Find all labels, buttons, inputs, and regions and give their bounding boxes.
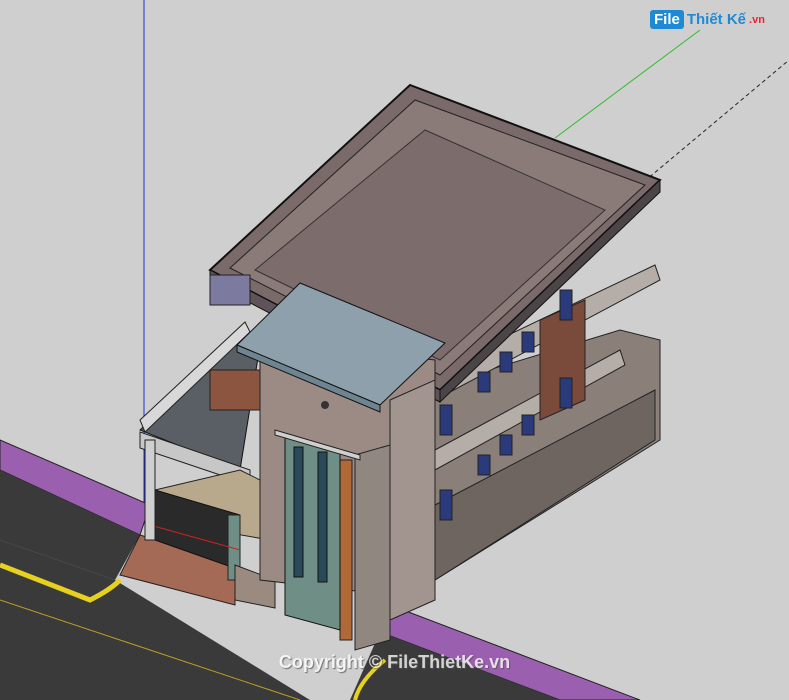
stone-wall-side xyxy=(389,379,436,621)
logo-text: Thiết Kế xyxy=(686,11,747,28)
site-logo[interactable]: File Thiết Kế .vn xyxy=(650,10,765,29)
balcony-accent-wall xyxy=(209,369,261,411)
green-axis xyxy=(554,29,701,139)
wall-lamp xyxy=(321,401,329,409)
copyright-watermark: Copyright © FileThietKe.vn xyxy=(278,652,511,672)
side-window xyxy=(499,351,513,373)
side-window xyxy=(477,454,491,476)
porch-column xyxy=(144,439,156,541)
viewport[interactable]: File Thiết Kế .vn Copyright © FileThietK… xyxy=(0,0,789,700)
side-window xyxy=(521,331,535,353)
side-window xyxy=(499,434,513,456)
3d-model-scene[interactable] xyxy=(0,0,789,700)
side-window xyxy=(559,377,573,409)
tower-side-panel xyxy=(354,444,391,651)
side-window xyxy=(439,404,453,436)
accent-strip xyxy=(339,459,353,641)
eave-trim xyxy=(209,274,251,306)
side-window xyxy=(559,289,573,321)
side-window xyxy=(477,371,491,393)
door-glass-panel xyxy=(293,446,304,578)
side-window xyxy=(439,489,453,521)
logo-badge: File xyxy=(650,10,684,29)
door-glass-panel xyxy=(317,451,328,583)
main-door[interactable] xyxy=(284,434,341,631)
side-window xyxy=(521,414,535,436)
logo-domain: .vn xyxy=(749,13,765,26)
